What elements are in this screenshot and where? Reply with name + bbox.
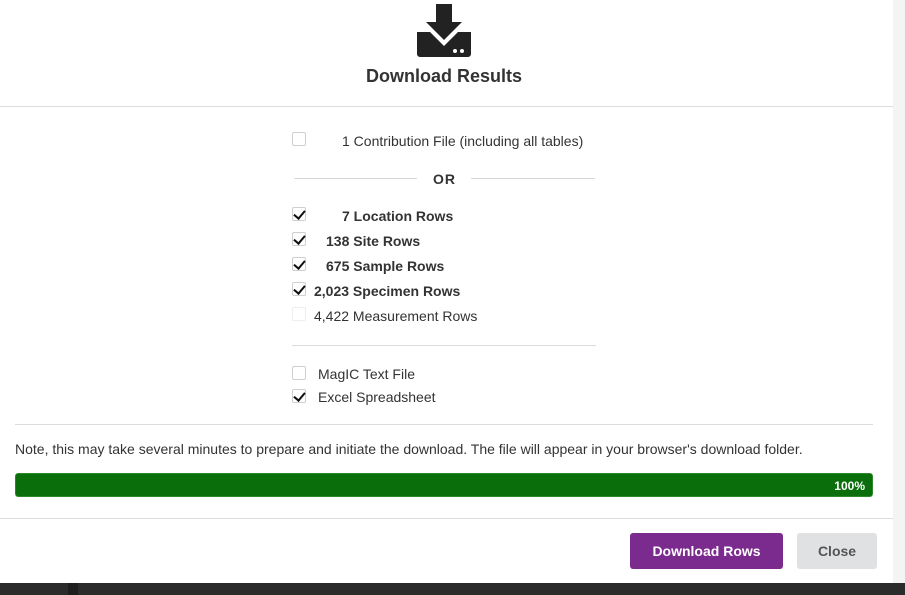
specimen-rows-checkbox[interactable]	[292, 282, 306, 296]
download-modal: Download Results 1 Contribution File (in…	[0, 0, 893, 583]
sample-rows-checkbox[interactable]	[292, 257, 306, 271]
site-rows-checkbox[interactable]	[292, 232, 306, 246]
background-page-edge	[893, 0, 905, 595]
or-divider-left	[294, 178, 417, 179]
excel-spreadsheet-label: Excel Spreadsheet	[318, 389, 436, 405]
note-divider	[15, 424, 873, 425]
modal-header: Download Results	[0, 0, 893, 107]
download-note: Note, this may take several minutes to p…	[15, 441, 803, 457]
close-button[interactable]: Close	[797, 533, 877, 569]
or-divider-right	[471, 178, 595, 179]
contribution-file-checkbox[interactable]	[292, 132, 306, 146]
or-label: OR	[433, 171, 456, 187]
background-page-bottom	[0, 583, 905, 595]
excel-spreadsheet-checkbox[interactable]	[292, 389, 306, 403]
modal-footer-divider	[0, 518, 893, 519]
magic-text-file-checkbox[interactable]	[292, 366, 306, 380]
download-icon	[417, 4, 471, 57]
progress-fill: 100%	[15, 473, 873, 497]
progress-bar: 100%	[15, 473, 873, 497]
location-rows-label: 7 Location Rows	[342, 208, 454, 224]
contribution-file-label: 1 Contribution File (including all table…	[342, 133, 584, 149]
measurement-rows-label: 4,422 Measurement Rows	[314, 308, 478, 324]
location-rows-checkbox[interactable]	[292, 207, 306, 221]
magic-text-file-label: MagIC Text File	[318, 366, 415, 382]
site-rows-label: 138 Site Rows	[326, 233, 421, 249]
sample-rows-label: 675 Sample Rows	[326, 258, 445, 274]
progress-label: 100%	[834, 479, 865, 493]
format-divider	[292, 345, 596, 346]
download-rows-button[interactable]: Download Rows	[630, 533, 783, 569]
measurement-rows-checkbox[interactable]	[292, 307, 306, 321]
modal-title: Download Results	[365, 66, 522, 86]
specimen-rows-label: 2,023 Specimen Rows	[314, 283, 461, 299]
